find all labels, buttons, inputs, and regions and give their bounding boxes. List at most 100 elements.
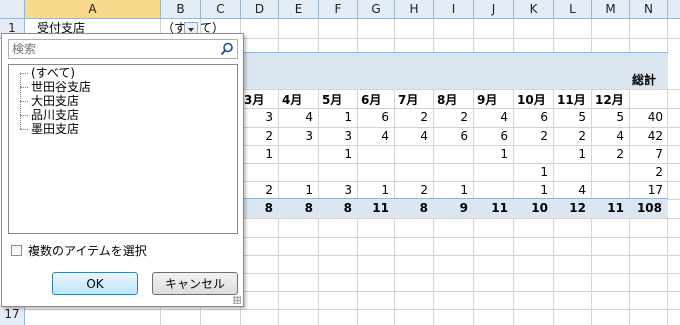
pivot-cell[interactable] bbox=[433, 144, 473, 164]
pivot-cell[interactable] bbox=[591, 162, 629, 182]
pivot-cell[interactable]: 4 bbox=[473, 107, 513, 127]
pivot-cell[interactable] bbox=[394, 162, 433, 182]
grand-total-header: 総計 bbox=[632, 73, 657, 87]
pivot-cell[interactable]: 6 bbox=[357, 107, 394, 127]
pivot-cell[interactable]: 1 bbox=[513, 180, 553, 200]
filter-item-sumida[interactable]: 墨田支店 bbox=[31, 122, 79, 136]
pivot-cell[interactable]: 4 bbox=[278, 107, 318, 127]
resize-grip-icon[interactable] bbox=[233, 296, 241, 304]
pivot-cell[interactable]: 17 bbox=[629, 180, 668, 200]
pivot-cell[interactable] bbox=[318, 162, 357, 182]
pivot-cell[interactable]: 4 bbox=[357, 126, 394, 146]
pivot-total-cell[interactable]: 11 bbox=[473, 198, 513, 218]
pivot-cell[interactable] bbox=[591, 180, 629, 200]
column-header-c[interactable]: C bbox=[201, 0, 241, 19]
pivot-cell[interactable]: 2 bbox=[394, 107, 433, 127]
filter-item-ota[interactable]: 大田支店 bbox=[31, 94, 79, 108]
pivot-total-cell[interactable]: 11 bbox=[357, 198, 394, 218]
pivot-cell[interactable]: 2 bbox=[394, 180, 433, 200]
pivot-cell[interactable]: 1 bbox=[357, 180, 394, 200]
pivot-total-cell[interactable]: 108 bbox=[629, 198, 667, 218]
pivot-cell[interactable]: 1 bbox=[433, 180, 473, 200]
filter-item-shinagawa[interactable]: 品川支店 bbox=[31, 108, 79, 122]
column-header-i[interactable]: I bbox=[434, 0, 474, 19]
column-header-overflow bbox=[668, 0, 680, 19]
column-header-f[interactable]: F bbox=[319, 0, 358, 19]
multi-select-label: 複数のアイテムを選択 bbox=[28, 244, 147, 258]
pivot-cell[interactable]: 3 bbox=[240, 107, 278, 127]
column-header-b[interactable]: B bbox=[161, 0, 201, 19]
pivot-cell[interactable]: 5 bbox=[553, 107, 591, 127]
pivot-cell[interactable]: 3 bbox=[318, 126, 357, 146]
pivot-cell[interactable]: 2 bbox=[513, 126, 553, 146]
pivot-cell[interactable]: 5 bbox=[591, 107, 629, 127]
column-header-n[interactable]: N bbox=[630, 0, 668, 19]
row-header-17[interactable]: 17 bbox=[0, 305, 25, 325]
pivot-cell[interactable]: 6 bbox=[433, 126, 473, 146]
search-box[interactable] bbox=[8, 39, 238, 59]
column-header-h[interactable]: H bbox=[395, 0, 434, 19]
pivot-cell[interactable] bbox=[553, 162, 591, 182]
ok-button[interactable]: OK bbox=[52, 272, 138, 295]
column-header-d[interactable]: D bbox=[241, 0, 279, 19]
pivot-cell[interactable]: 1 bbox=[473, 144, 513, 164]
pivot-cell[interactable]: 1 bbox=[240, 144, 278, 164]
filter-item-setagaya[interactable]: 世田谷支店 bbox=[31, 80, 91, 94]
pivot-cell[interactable]: 7 bbox=[629, 144, 668, 164]
column-header-a[interactable]: A bbox=[25, 0, 161, 19]
pivot-cell[interactable]: 2 bbox=[591, 144, 629, 164]
pivot-cell[interactable] bbox=[473, 162, 513, 182]
pivot-cell[interactable]: 2 bbox=[240, 180, 278, 200]
pivot-cell[interactable]: 2 bbox=[240, 126, 278, 146]
pivot-cell[interactable]: 2 bbox=[433, 107, 473, 127]
pivot-total-cell[interactable]: 8 bbox=[394, 198, 433, 218]
column-header-j[interactable]: J bbox=[474, 0, 514, 19]
filter-item-all[interactable]: (すべて) bbox=[31, 66, 75, 80]
pivot-header-band bbox=[241, 53, 668, 89]
column-header-m[interactable]: M bbox=[592, 0, 630, 19]
pivot-cell[interactable]: 2 bbox=[553, 126, 591, 146]
pivot-cell[interactable]: 1 bbox=[513, 162, 553, 182]
pivot-cell[interactable] bbox=[357, 162, 394, 182]
pivot-total-cell[interactable]: 8 bbox=[278, 198, 318, 218]
column-header-l[interactable]: L bbox=[554, 0, 592, 19]
pivot-cell[interactable]: 40 bbox=[629, 107, 668, 127]
filter-popup: (すべて) 世田谷支店 大田支店 品川支店 墨田支店 複数のアイテムを選択 OK… bbox=[1, 33, 244, 307]
select-all-corner[interactable] bbox=[0, 0, 25, 19]
multi-select-option[interactable]: 複数のアイテムを選択 bbox=[11, 244, 147, 258]
pivot-cell[interactable]: 1 bbox=[318, 144, 357, 164]
pivot-cell[interactable] bbox=[357, 144, 394, 164]
pivot-cell[interactable]: 6 bbox=[473, 126, 513, 146]
pivot-total-cell[interactable]: 8 bbox=[318, 198, 357, 218]
pivot-total-cell[interactable]: 11 bbox=[591, 198, 629, 218]
pivot-cell[interactable] bbox=[473, 180, 513, 200]
pivot-cell[interactable] bbox=[278, 162, 318, 182]
pivot-cell[interactable]: 4 bbox=[394, 126, 433, 146]
multi-select-checkbox[interactable] bbox=[11, 245, 22, 256]
cancel-button[interactable]: キャンセル bbox=[152, 272, 238, 295]
pivot-cell[interactable]: 4 bbox=[553, 180, 591, 200]
pivot-cell[interactable]: 1 bbox=[278, 180, 318, 200]
pivot-cell[interactable]: 3 bbox=[318, 180, 357, 200]
pivot-cell[interactable]: 2 bbox=[629, 162, 668, 182]
pivot-cell[interactable] bbox=[278, 144, 318, 164]
column-header-g[interactable]: G bbox=[358, 0, 395, 19]
filter-item-list[interactable]: (すべて) 世田谷支店 大田支店 品川支店 墨田支店 bbox=[8, 64, 238, 234]
pivot-cell[interactable]: 42 bbox=[629, 126, 668, 146]
pivot-cell[interactable] bbox=[433, 162, 473, 182]
pivot-cell[interactable] bbox=[394, 144, 433, 164]
pivot-total-cell[interactable]: 9 bbox=[433, 198, 473, 218]
pivot-cell[interactable] bbox=[513, 144, 553, 164]
pivot-cell[interactable]: 3 bbox=[278, 126, 318, 146]
column-header-e[interactable]: E bbox=[279, 0, 319, 19]
column-header-k[interactable]: K bbox=[514, 0, 554, 19]
pivot-cell[interactable] bbox=[240, 162, 278, 182]
pivot-total-cell[interactable]: 12 bbox=[553, 198, 591, 218]
pivot-total-cell[interactable]: 10 bbox=[513, 198, 553, 218]
pivot-cell[interactable]: 6 bbox=[513, 107, 553, 127]
pivot-cell[interactable]: 4 bbox=[591, 126, 629, 146]
pivot-total-cell[interactable]: 8 bbox=[240, 198, 278, 218]
pivot-cell[interactable]: 1 bbox=[318, 107, 357, 127]
pivot-cell[interactable]: 1 bbox=[553, 144, 591, 164]
search-input[interactable] bbox=[9, 40, 212, 58]
